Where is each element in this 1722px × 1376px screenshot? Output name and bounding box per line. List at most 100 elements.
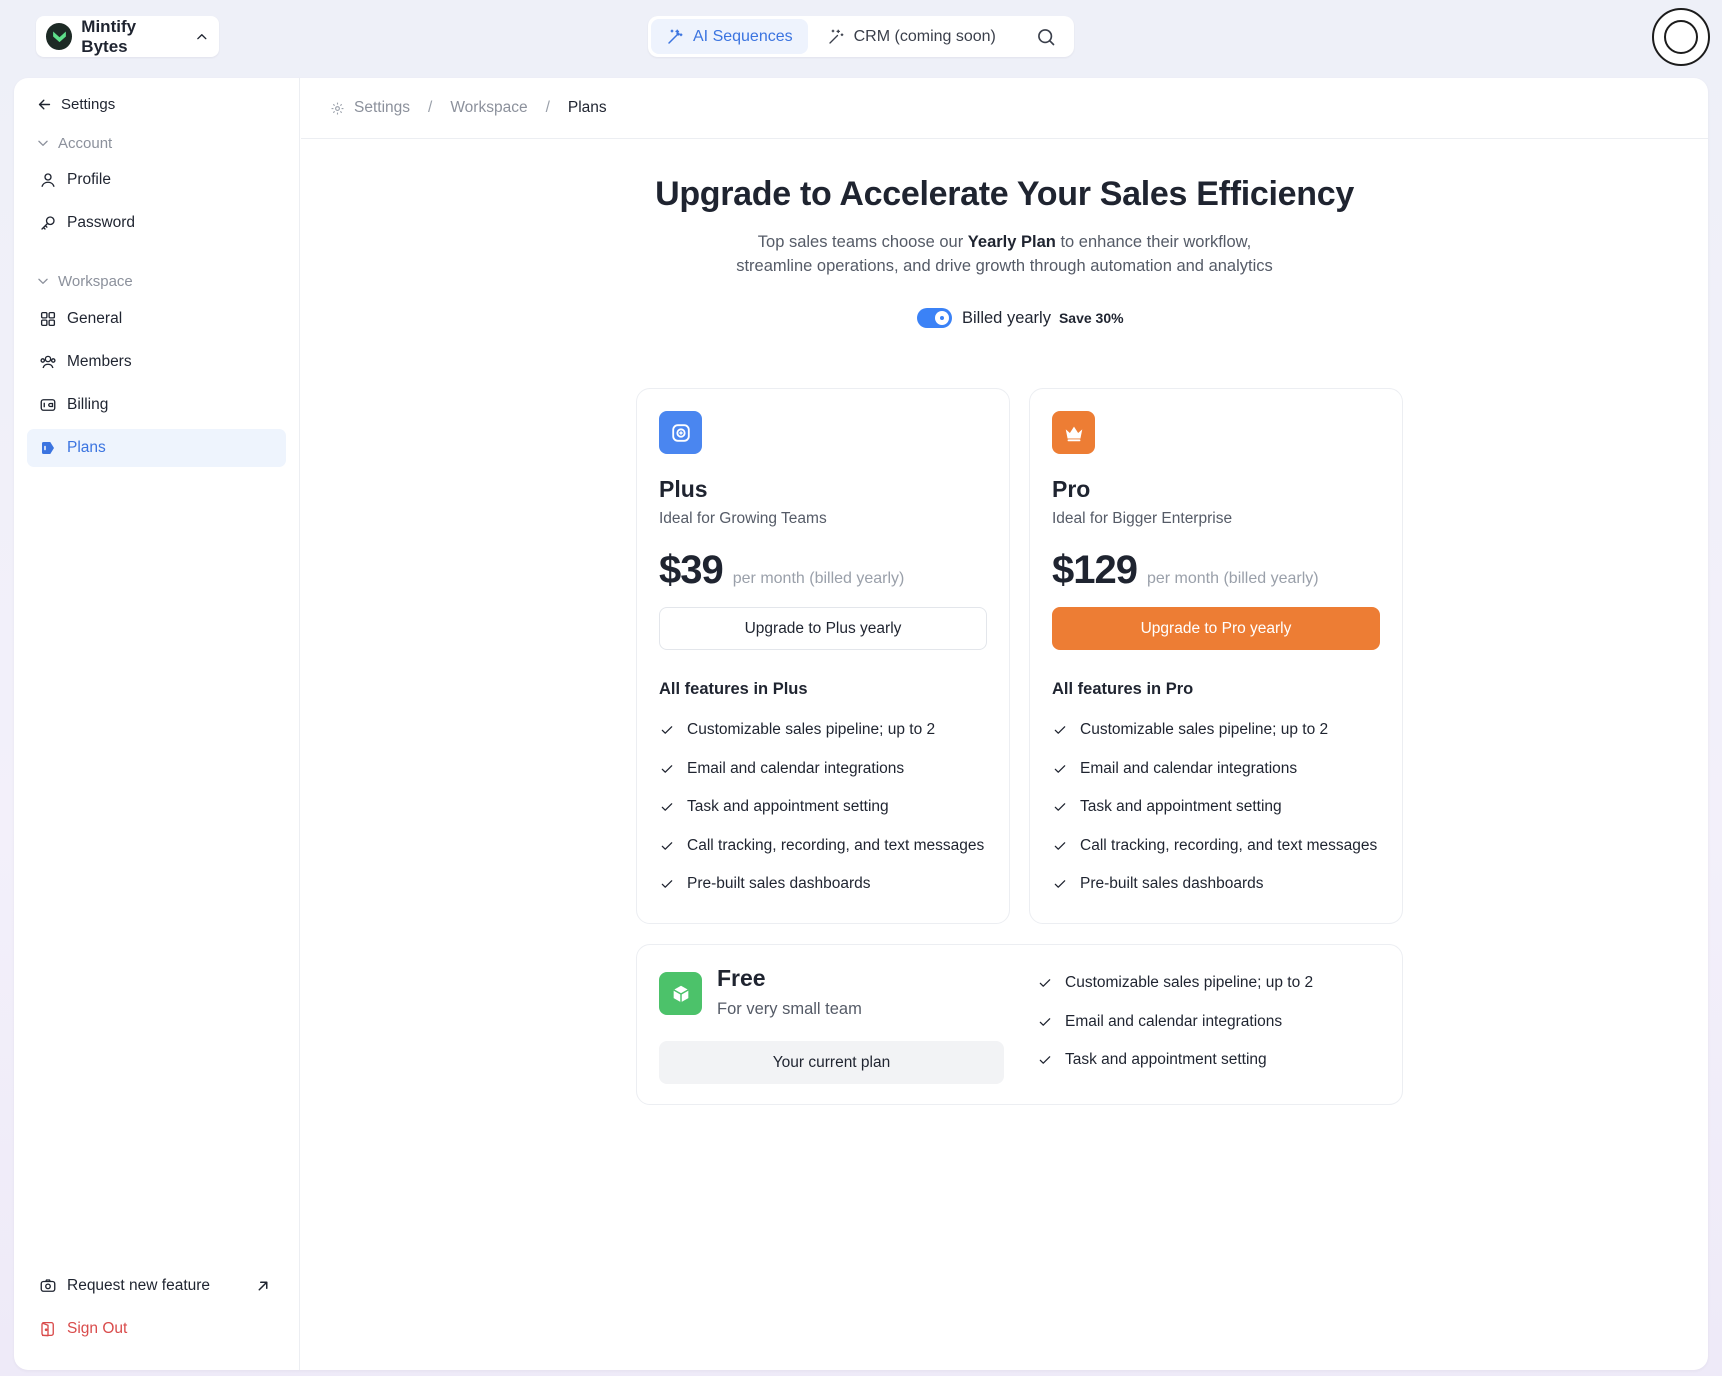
feature-label: Call tracking, recording, and text messa… bbox=[687, 836, 985, 854]
breadcrumb-label: Plans bbox=[567, 99, 607, 116]
sidebar-group-workspace[interactable]: Workspace bbox=[36, 269, 133, 293]
plan-card-free: Free For very small team Your current pl… bbox=[636, 944, 1403, 1105]
feature-item: Pre-built sales dashboards bbox=[1052, 865, 1380, 904]
back-label: Settings bbox=[61, 95, 116, 113]
current-plan-button[interactable]: Your current plan bbox=[659, 1041, 1004, 1084]
magic-wand-icon bbox=[668, 29, 683, 44]
breadcrumb-plans: Plans bbox=[568, 99, 607, 117]
check-icon bbox=[1052, 876, 1068, 892]
breadcrumb: Settings / Workspace / Plans bbox=[301, 78, 1708, 139]
feature-item: Call tracking, recording, and text messa… bbox=[659, 827, 987, 866]
feature-item: Task and appointment setting bbox=[1037, 1041, 1313, 1080]
feature-item: Call tracking, recording, and text messa… bbox=[1052, 827, 1380, 866]
feature-item: Pre-built sales dashboards bbox=[659, 865, 987, 904]
plan-period: per month (billed yearly) bbox=[732, 570, 905, 587]
subtitle-bold: Yearly Plan bbox=[967, 233, 1056, 251]
check-icon bbox=[1037, 1052, 1053, 1068]
page-title: Upgrade to Accelerate Your Sales Efficie… bbox=[655, 175, 1354, 213]
sign-out-button[interactable]: Sign Out bbox=[27, 1310, 286, 1348]
subtitle-text: Top sales teams choose our bbox=[757, 233, 968, 251]
check-icon bbox=[1052, 722, 1068, 738]
workspace-switcher[interactable]: Mintify Bytes bbox=[36, 16, 219, 57]
page-subtitle: Top sales teams choose our Yearly Plan t… bbox=[301, 230, 1708, 278]
arrow-left-icon bbox=[38, 99, 51, 109]
check-icon bbox=[659, 799, 675, 815]
sidebar-item-label: Sign Out bbox=[67, 1320, 128, 1337]
plan-card-pro: Pro Ideal for Bigger Enterprise $129 per… bbox=[1029, 388, 1403, 924]
sidebar-item-label: General bbox=[67, 310, 123, 327]
sidebar-item-profile[interactable]: Profile bbox=[27, 161, 286, 199]
crown-icon bbox=[1052, 411, 1095, 454]
sidebar-item-members[interactable]: Members bbox=[27, 343, 286, 381]
feature-label: Email and calendar integrations bbox=[1080, 759, 1298, 777]
check-icon bbox=[1052, 838, 1068, 854]
chevron-down-icon bbox=[38, 140, 48, 146]
plan-name: Plus bbox=[659, 476, 708, 502]
plan-name: Pro bbox=[1052, 476, 1091, 502]
feature-label: Task and appointment setting bbox=[687, 798, 889, 816]
breadcrumb-separator: / bbox=[545, 99, 550, 116]
gear-icon bbox=[331, 102, 344, 114]
feature-label: Email and calendar integrations bbox=[1065, 1012, 1283, 1030]
tab-ai-sequences[interactable]: AI Sequences bbox=[651, 19, 808, 54]
avatar-ring-icon bbox=[1664, 20, 1698, 54]
feature-list: Customizable sales pipeline; up to 2 Ema… bbox=[1037, 964, 1313, 1080]
features-title: All features in Plus bbox=[659, 680, 808, 698]
user-icon bbox=[41, 173, 55, 187]
sidebar-item-billing[interactable]: Billing bbox=[27, 386, 286, 424]
feature-list: Customizable sales pipeline; up to 2 Ema… bbox=[659, 711, 987, 904]
check-icon bbox=[1052, 761, 1068, 777]
feature-list: Customizable sales pipeline; up to 2 Ema… bbox=[1052, 711, 1380, 904]
tag-icon bbox=[42, 442, 54, 454]
sidebar-item-plans[interactable]: Plans bbox=[27, 429, 286, 467]
user-avatar[interactable] bbox=[1652, 8, 1710, 66]
check-icon bbox=[659, 722, 675, 738]
camera-icon bbox=[40, 1279, 56, 1292]
request-feature-link[interactable]: Request new feature bbox=[27, 1267, 286, 1305]
top-nav: AI Sequences CRM (coming soon) bbox=[648, 16, 1074, 57]
plan-card-plus: Plus Ideal for Growing Teams $39 per mon… bbox=[636, 388, 1010, 924]
door-exit-icon bbox=[41, 1321, 54, 1337]
arrow-up-right-icon bbox=[258, 1281, 268, 1291]
feature-label: Email and calendar integrations bbox=[687, 759, 905, 777]
sidebar-group-account[interactable]: Account bbox=[36, 131, 112, 155]
price-row: $129 per month (billed yearly) bbox=[1052, 548, 1380, 593]
upgrade-pro-button[interactable]: Upgrade to Pro yearly bbox=[1052, 607, 1380, 650]
sidebar-item-label: Plans bbox=[67, 439, 106, 456]
check-icon bbox=[659, 876, 675, 892]
sparkle-wand-icon bbox=[828, 29, 844, 44]
sidebar-item-label: Profile bbox=[67, 171, 111, 188]
tab-label: AI Sequences bbox=[693, 27, 793, 45]
feature-label: Customizable sales pipeline; up to 2 bbox=[1065, 974, 1314, 992]
features-title: All features in Pro bbox=[1052, 680, 1194, 698]
plans-content: Settings / Workspace / Plans Upgrade to … bbox=[301, 78, 1708, 1370]
sidebar-item-label: Billing bbox=[67, 396, 109, 413]
check-icon bbox=[1052, 799, 1068, 815]
sidebar-item-label: Request new feature bbox=[67, 1277, 211, 1294]
billed-yearly-switch[interactable] bbox=[917, 308, 952, 328]
chevron-up-icon bbox=[197, 33, 207, 39]
search-button[interactable] bbox=[1035, 26, 1057, 48]
breadcrumb-workspace[interactable]: Workspace bbox=[450, 99, 527, 117]
tab-crm[interactable]: CRM (coming soon) bbox=[812, 19, 1011, 54]
sidebar-item-password[interactable]: Password bbox=[27, 204, 286, 242]
feature-label: Pre-built sales dashboards bbox=[1080, 875, 1264, 893]
subtitle-text: to enhance their workflow, bbox=[1055, 233, 1252, 251]
sidebar-item-general[interactable]: General bbox=[27, 300, 286, 338]
sidebar-item-label: Password bbox=[67, 214, 136, 231]
plan-tagline: Ideal for Bigger Enterprise bbox=[1052, 510, 1233, 527]
upgrade-plus-button[interactable]: Upgrade to Plus yearly bbox=[659, 607, 987, 650]
breadcrumb-settings[interactable]: Settings bbox=[330, 99, 410, 117]
search-icon bbox=[1038, 28, 1055, 45]
grid-icon bbox=[40, 311, 56, 327]
back-to-settings[interactable]: Settings bbox=[36, 92, 115, 116]
feature-item: Customizable sales pipeline; up to 2 bbox=[659, 711, 987, 750]
group-label: Workspace bbox=[58, 272, 133, 290]
feature-item: Customizable sales pipeline; up to 2 bbox=[1052, 711, 1380, 750]
plus-plan-icon bbox=[659, 411, 702, 454]
price-row: $39 per month (billed yearly) bbox=[659, 548, 987, 593]
wallet-icon bbox=[40, 399, 56, 411]
feature-label: Task and appointment setting bbox=[1065, 1051, 1267, 1069]
feature-label: Pre-built sales dashboards bbox=[687, 875, 871, 893]
workspace-name: Mintify Bytes bbox=[81, 16, 137, 56]
